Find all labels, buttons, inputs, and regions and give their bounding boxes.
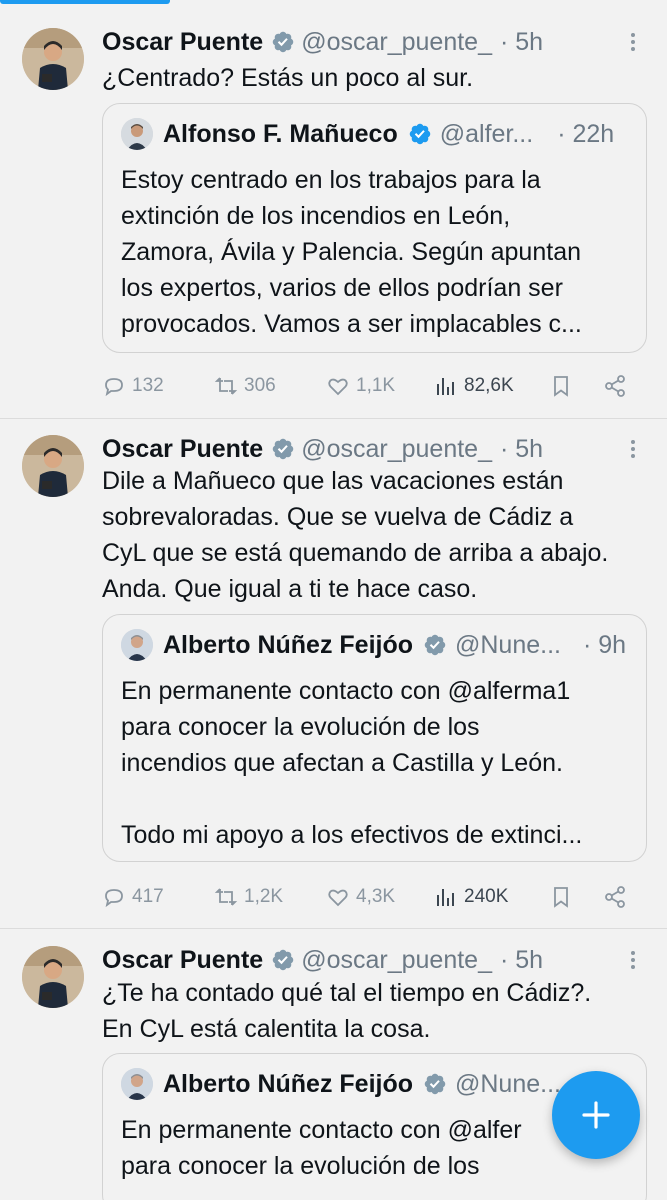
verified-badge-icon [271,437,295,461]
quote-timestamp: · 22h [557,119,615,148]
repost-icon [214,377,238,395]
compose-button[interactable] [552,1071,640,1159]
tweet-text: Dile a Mañueco que las vacaciones están … [102,467,609,603]
tweet-text: ¿Centrado? Estás un poco al sur. [102,64,474,92]
avatar[interactable] [22,946,84,1008]
verified-badge-icon [271,948,295,972]
author-name[interactable]: Oscar Puente [102,435,263,464]
author-handle[interactable]: @oscar_puente_ [301,435,492,464]
quote-header: Alfonso F. Mañueco @alfer... · 22h [121,118,614,150]
quoted-tweet[interactable]: Alberto Núñez Feijóo @Nune... · 9h En pe… [102,614,647,862]
views-button[interactable]: 82,6K [434,374,549,398]
quote-header: Alberto Núñez Feijóo @Nune... [121,1068,561,1100]
quote-text: Estoy centrado en los trabajos para la e… [121,166,582,338]
tweet[interactable]: Oscar Puente @oscar_puente_ · 5h ¿Centra… [0,22,667,417]
verified-badge-icon [423,633,447,657]
verified-badge-icon [423,1072,447,1096]
reply-count: 417 [132,886,164,907]
verified-badge-icon [408,122,432,146]
quote-author-handle: @Nune... [455,630,561,659]
repost-count: 306 [244,375,276,396]
like-icon [328,378,348,396]
repost-button[interactable]: 306 [214,374,326,398]
bookmark-button[interactable] [549,885,603,909]
share-button[interactable] [603,374,633,398]
more-icon[interactable] [621,437,645,461]
quote-author-handle: @alfer... [439,119,534,148]
repost-count: 1,2K [244,886,284,907]
like-count: 1,1K [356,375,396,396]
more-icon[interactable] [621,30,645,54]
tweet-text: ¿Te ha contado qué tal el tiempo en Cádi… [102,979,592,1043]
quote-avatar [121,118,153,150]
tweet-actions: 417 1,2K 4,3K 240K [102,879,647,915]
quote-avatar [121,629,153,661]
quote-author-name: Alberto Núñez Feijóo [163,1069,413,1098]
compose-plus-icon [582,1101,610,1129]
tweet-actions: 132 306 1,1K 82,6K [102,368,647,404]
views-count: 240K [464,886,509,907]
quote-header: Alberto Núñez Feijóo @Nune... · 9h [121,629,626,661]
tweet[interactable]: Oscar Puente @oscar_puente_ · 5h Dile a … [0,429,667,929]
quote-text: En permanente contacto con @alferma1 par… [121,677,583,849]
quote-timestamp: · 9h [582,630,627,659]
share-button[interactable] [603,885,633,909]
active-tab-indicator [0,0,170,4]
views-count: 82,6K [464,375,514,396]
tweet[interactable]: Oscar Puente @oscar_puente_ · 5h ¿Te ha … [0,940,667,1200]
repost-button[interactable]: 1,2K [214,885,326,909]
share-icon [605,886,625,908]
quote-author-handle: @Nune... [455,1069,561,1098]
bookmark-icon [554,376,568,397]
quote-avatar [121,1068,153,1100]
quote-author-name: Alfonso F. Mañueco [163,119,398,148]
reply-button[interactable]: 132 [102,374,214,398]
reply-button[interactable]: 417 [102,885,214,909]
reply-icon [105,378,123,397]
author-handle[interactable]: @oscar_puente_ [301,28,492,57]
repost-icon [214,888,238,906]
reply-count: 132 [132,375,164,396]
quote-author-name: Alberto Núñez Feijóo [163,630,413,659]
author-handle[interactable]: @oscar_puente_ [301,946,492,975]
tweet-header: Oscar Puente @oscar_puente_ · 5h [102,940,543,980]
divider [0,418,667,419]
views-icon [437,889,454,906]
like-button[interactable]: 1,1K [326,374,434,398]
like-button[interactable]: 4,3K [326,885,434,909]
more-icon[interactable] [621,948,645,972]
bookmark-icon [554,887,568,908]
author-name[interactable]: Oscar Puente [102,946,263,975]
like-count: 4,3K [356,886,396,907]
divider [0,928,667,929]
tweet-header: Oscar Puente @oscar_puente_ · 5h [102,22,543,62]
verified-badge-icon [271,30,295,54]
avatar[interactable] [22,28,84,90]
views-icon [437,378,454,395]
like-icon [328,889,348,907]
author-name[interactable]: Oscar Puente [102,28,263,57]
avatar[interactable] [22,435,84,497]
timestamp[interactable]: · 5h [500,28,543,57]
share-icon [605,375,625,397]
quoted-tweet[interactable]: Alfonso F. Mañueco @alfer... · 22h Estoy… [102,103,647,353]
reply-icon [105,889,123,908]
timestamp[interactable]: · 5h [500,435,543,464]
timestamp[interactable]: · 5h [500,946,543,975]
bookmark-button[interactable] [549,374,603,398]
views-button[interactable]: 240K [434,885,549,909]
